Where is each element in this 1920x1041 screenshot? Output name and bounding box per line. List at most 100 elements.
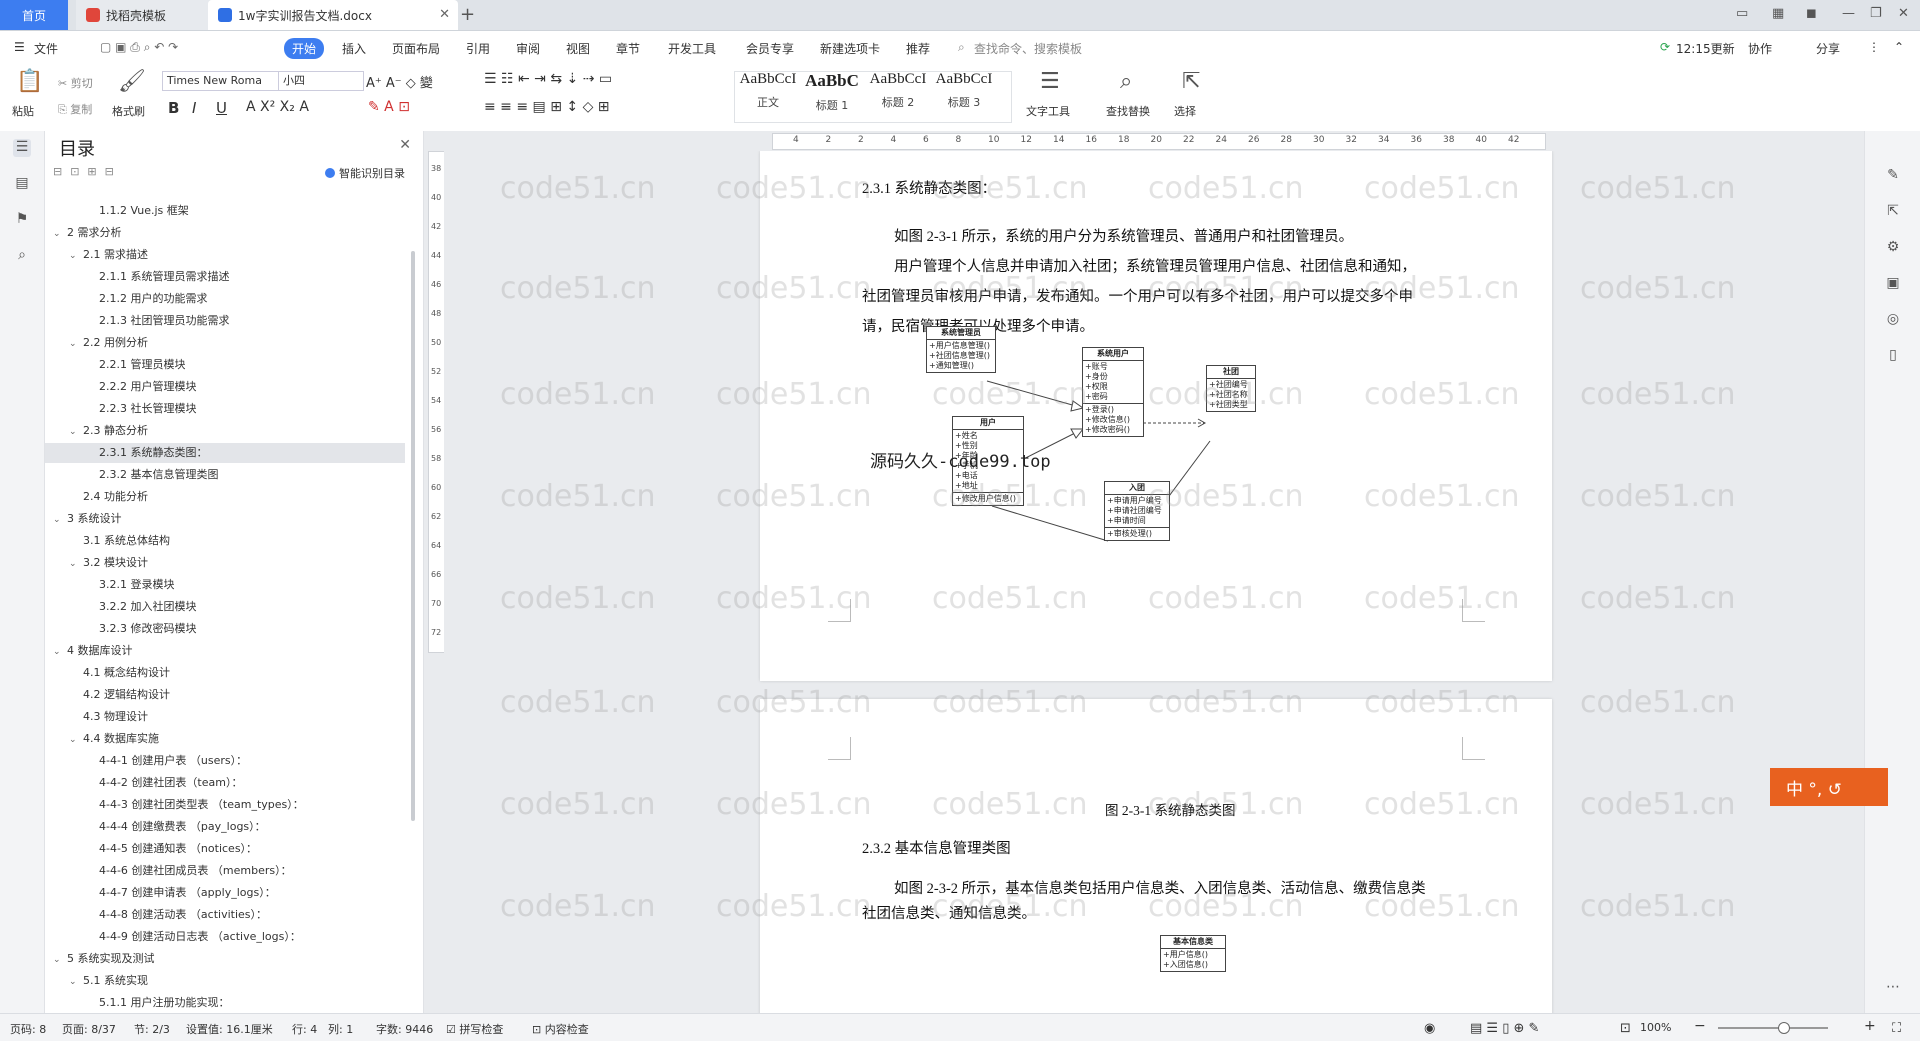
document-page[interactable]: 2.3.1 系统静态类图： 如图 2-3-1 所示，系统的用户分为系统管理员、普… <box>760 151 1552 681</box>
view-mode-icons[interactable]: ▤ ☰ ▯ ⊕ ✎ <box>1470 1021 1539 1036</box>
zoom-level[interactable]: 100% <box>1640 1021 1671 1034</box>
toc-item[interactable]: ⌄ 2.2 用例分析 <box>45 333 405 353</box>
italic-icon[interactable]: I <box>192 99 196 117</box>
status-setting[interactable]: 设置值: 16.1厘米 <box>186 1021 273 1037</box>
zoom-slider[interactable] <box>1718 1027 1828 1029</box>
ruler-band[interactable]: 4 2 2 4 6 8 10 12 14 16 18 20 22 24 26 28 30 32 34 36 38 40 42 <box>772 133 1546 150</box>
menu-insert[interactable]: 插入 <box>342 40 366 57</box>
close-tab-icon[interactable]: ✕ <box>439 7 450 22</box>
tab-home[interactable]: 首页 <box>0 0 68 30</box>
chevron-down-icon[interactable]: ⌄ <box>53 224 67 244</box>
location-icon[interactable]: ◎ <box>1883 311 1903 331</box>
toc-item[interactable]: ⌄ 3 系统设计 <box>45 509 405 529</box>
menu-member[interactable]: 会员专享 <box>746 40 794 57</box>
collab-button[interactable]: 协作 <box>1748 40 1772 57</box>
toc-tool-icons[interactable]: ⊟⊡⊞⊟ <box>53 165 122 178</box>
style-normal[interactable]: AaBbCcI 正文 <box>736 71 800 119</box>
apps-grid-icon[interactable]: ▦ <box>1772 6 1784 21</box>
format-painter-icon[interactable]: 🖌 <box>118 69 146 94</box>
menu-references[interactable]: 引用 <box>466 40 490 57</box>
image-icon[interactable]: ▣ <box>1883 275 1903 295</box>
toc-item[interactable]: 3.2.1 登录模块 <box>45 575 405 595</box>
toc-item[interactable]: 5.1.1 用户注册功能实现： <box>45 993 405 1013</box>
quick-access-icons[interactable]: ▢ ▣ ⎙ ⌕ ↶ ↷ <box>100 40 178 55</box>
minimize-icon[interactable]: — <box>1842 6 1855 21</box>
layout-icon[interactable]: ▭ <box>1736 6 1748 21</box>
menu-view[interactable]: 视图 <box>566 40 590 57</box>
bookmark-icon[interactable]: ⚑ <box>13 211 31 229</box>
toc-item[interactable]: 2.1.1 系统管理员需求描述 <box>45 267 405 287</box>
ime-indicator[interactable]: 中 °, ↺ <box>1770 768 1888 806</box>
collapse-ribbon-icon[interactable]: ⌃ <box>1894 40 1904 54</box>
toc-item[interactable]: 2.2.2 用户管理模块 <box>45 377 405 397</box>
search-nav-icon[interactable]: ⌕ <box>13 247 31 265</box>
tab-document[interactable]: 1w字实训报告文档.docx ✕ <box>208 0 458 30</box>
toc-item[interactable]: 3.1 系统总体结构 <box>45 531 405 551</box>
zoom-in-icon[interactable]: + <box>1864 1018 1876 1034</box>
status-page-number[interactable]: 页码: 8 <box>10 1021 46 1037</box>
cursor-icon[interactable]: ⇱ <box>1883 203 1903 223</box>
toc-item[interactable]: ⌄ 4 数据库设计 <box>45 641 405 661</box>
fit-page-icon[interactable]: ⊡ <box>1620 1021 1631 1036</box>
menu-page-layout[interactable]: 页面布局 <box>392 40 440 57</box>
new-tab-icon[interactable]: + <box>460 4 475 25</box>
more-dots-icon[interactable]: ⋯ <box>1883 979 1903 999</box>
font-name-select[interactable]: Times New Roma <box>162 71 280 91</box>
toc-item[interactable]: ⌄ 2.1 需求描述 <box>45 245 405 265</box>
restore-icon[interactable]: ❐ <box>1870 6 1882 21</box>
chevron-down-icon[interactable]: ⌄ <box>53 642 67 662</box>
underline-icon[interactable]: U <box>216 99 227 117</box>
toc-item[interactable]: 4-4-4 创建缴费表 （pay_logs）： <box>45 817 405 837</box>
text-tools-button[interactable]: 文字工具 <box>1026 103 1070 119</box>
align-icons[interactable]: ≡ ≡ ≡ ▤ ⊞ ↕ ◇ ⊞ <box>484 99 610 115</box>
book-icon[interactable]: ▯ <box>1883 347 1903 367</box>
toc-item[interactable]: 4-4-9 创建活动日志表 （active_logs）： <box>45 927 405 947</box>
menu-developer[interactable]: 开发工具 <box>668 40 716 57</box>
toc-item[interactable]: 3.2.3 修改密码模块 <box>45 619 405 639</box>
spell-check-button[interactable]: ☑ 拼写检查 <box>446 1021 503 1037</box>
toc-icon[interactable]: ☰ <box>13 139 31 157</box>
toc-item[interactable]: 4-4-5 创建通知表 （notices）： <box>45 839 405 859</box>
zoom-slider-thumb[interactable] <box>1778 1022 1790 1034</box>
chevron-down-icon[interactable]: ⌄ <box>53 950 67 970</box>
select-button[interactable]: 选择 <box>1174 103 1196 119</box>
status-page[interactable]: 页面: 8/37 <box>62 1021 116 1037</box>
paste-button[interactable]: 粘贴 <box>12 103 34 119</box>
toc-item[interactable]: 4-4-6 创建社团成员表 （members）： <box>45 861 405 881</box>
style-heading1[interactable]: AaBbC 标题 1 <box>800 71 864 119</box>
toc-item[interactable]: 1.1.2 Vue.js 框架 <box>45 201 405 221</box>
toc-item[interactable]: ⌄ 3.2 模块设计 <box>45 553 405 573</box>
font-grow-icons[interactable]: A⁺ A⁻ ◇ 變 <box>366 72 433 91</box>
status-section[interactable]: 节: 2/3 <box>134 1021 170 1037</box>
font-size-select[interactable]: 小四 <box>278 71 364 91</box>
adjust-icon[interactable]: ⚙ <box>1883 239 1903 259</box>
toc-item[interactable]: 2.2.3 社长管理模块 <box>45 399 405 419</box>
toc-item[interactable]: ⌄ 2.3 静态分析 <box>45 421 405 441</box>
toc-scrollbar[interactable] <box>411 251 415 821</box>
menu-start[interactable]: 开始 <box>284 38 325 59</box>
update-status[interactable]: 12:15更新 <box>1676 40 1735 57</box>
tab-template[interactable]: 找稻壳模板 <box>76 0 212 30</box>
toc-item[interactable]: 4-4-8 创建活动表 （activities）： <box>45 905 405 925</box>
format-painter-button[interactable]: 格式刷 <box>112 103 145 119</box>
share-button[interactable]: 分享 <box>1816 40 1840 57</box>
toc-close-icon[interactable]: ✕ <box>399 137 411 153</box>
toc-item[interactable]: ⌄ 5 系统实现及测试 <box>45 949 405 969</box>
more-icon[interactable]: ⋮ <box>1868 40 1880 54</box>
chevron-down-icon[interactable]: ⌄ <box>69 730 83 750</box>
text-tools-icon[interactable]: ☰ <box>1040 69 1060 94</box>
toc-item[interactable]: 4-4-7 创建申请表 （apply_logs）： <box>45 883 405 903</box>
toc-item[interactable]: 2.1.2 用户的功能需求 <box>45 289 405 309</box>
toc-item[interactable]: 4.1 概念结构设计 <box>45 663 405 683</box>
toc-item[interactable]: ⌄ 5.1 系统实现 <box>45 971 405 991</box>
pen-icon[interactable]: ✎ <box>1883 167 1903 187</box>
zoom-out-icon[interactable]: − <box>1694 1018 1706 1034</box>
eye-icon[interactable]: ◉ <box>1424 1021 1435 1036</box>
command-search[interactable]: 查找命令、搜索模板 <box>974 40 1082 57</box>
highlight-icon[interactable]: ✎ A ⊡ <box>368 99 410 115</box>
toc-item[interactable]: 4-4-1 创建用户表 （users）： <box>45 751 405 771</box>
toc-item[interactable]: 4.2 逻辑结构设计 <box>45 685 405 705</box>
menu-review[interactable]: 审阅 <box>516 40 540 57</box>
hamburger-icon[interactable]: ☰ <box>14 40 25 54</box>
toc-item[interactable]: 4-4-2 创建社团表（team）： <box>45 773 405 793</box>
